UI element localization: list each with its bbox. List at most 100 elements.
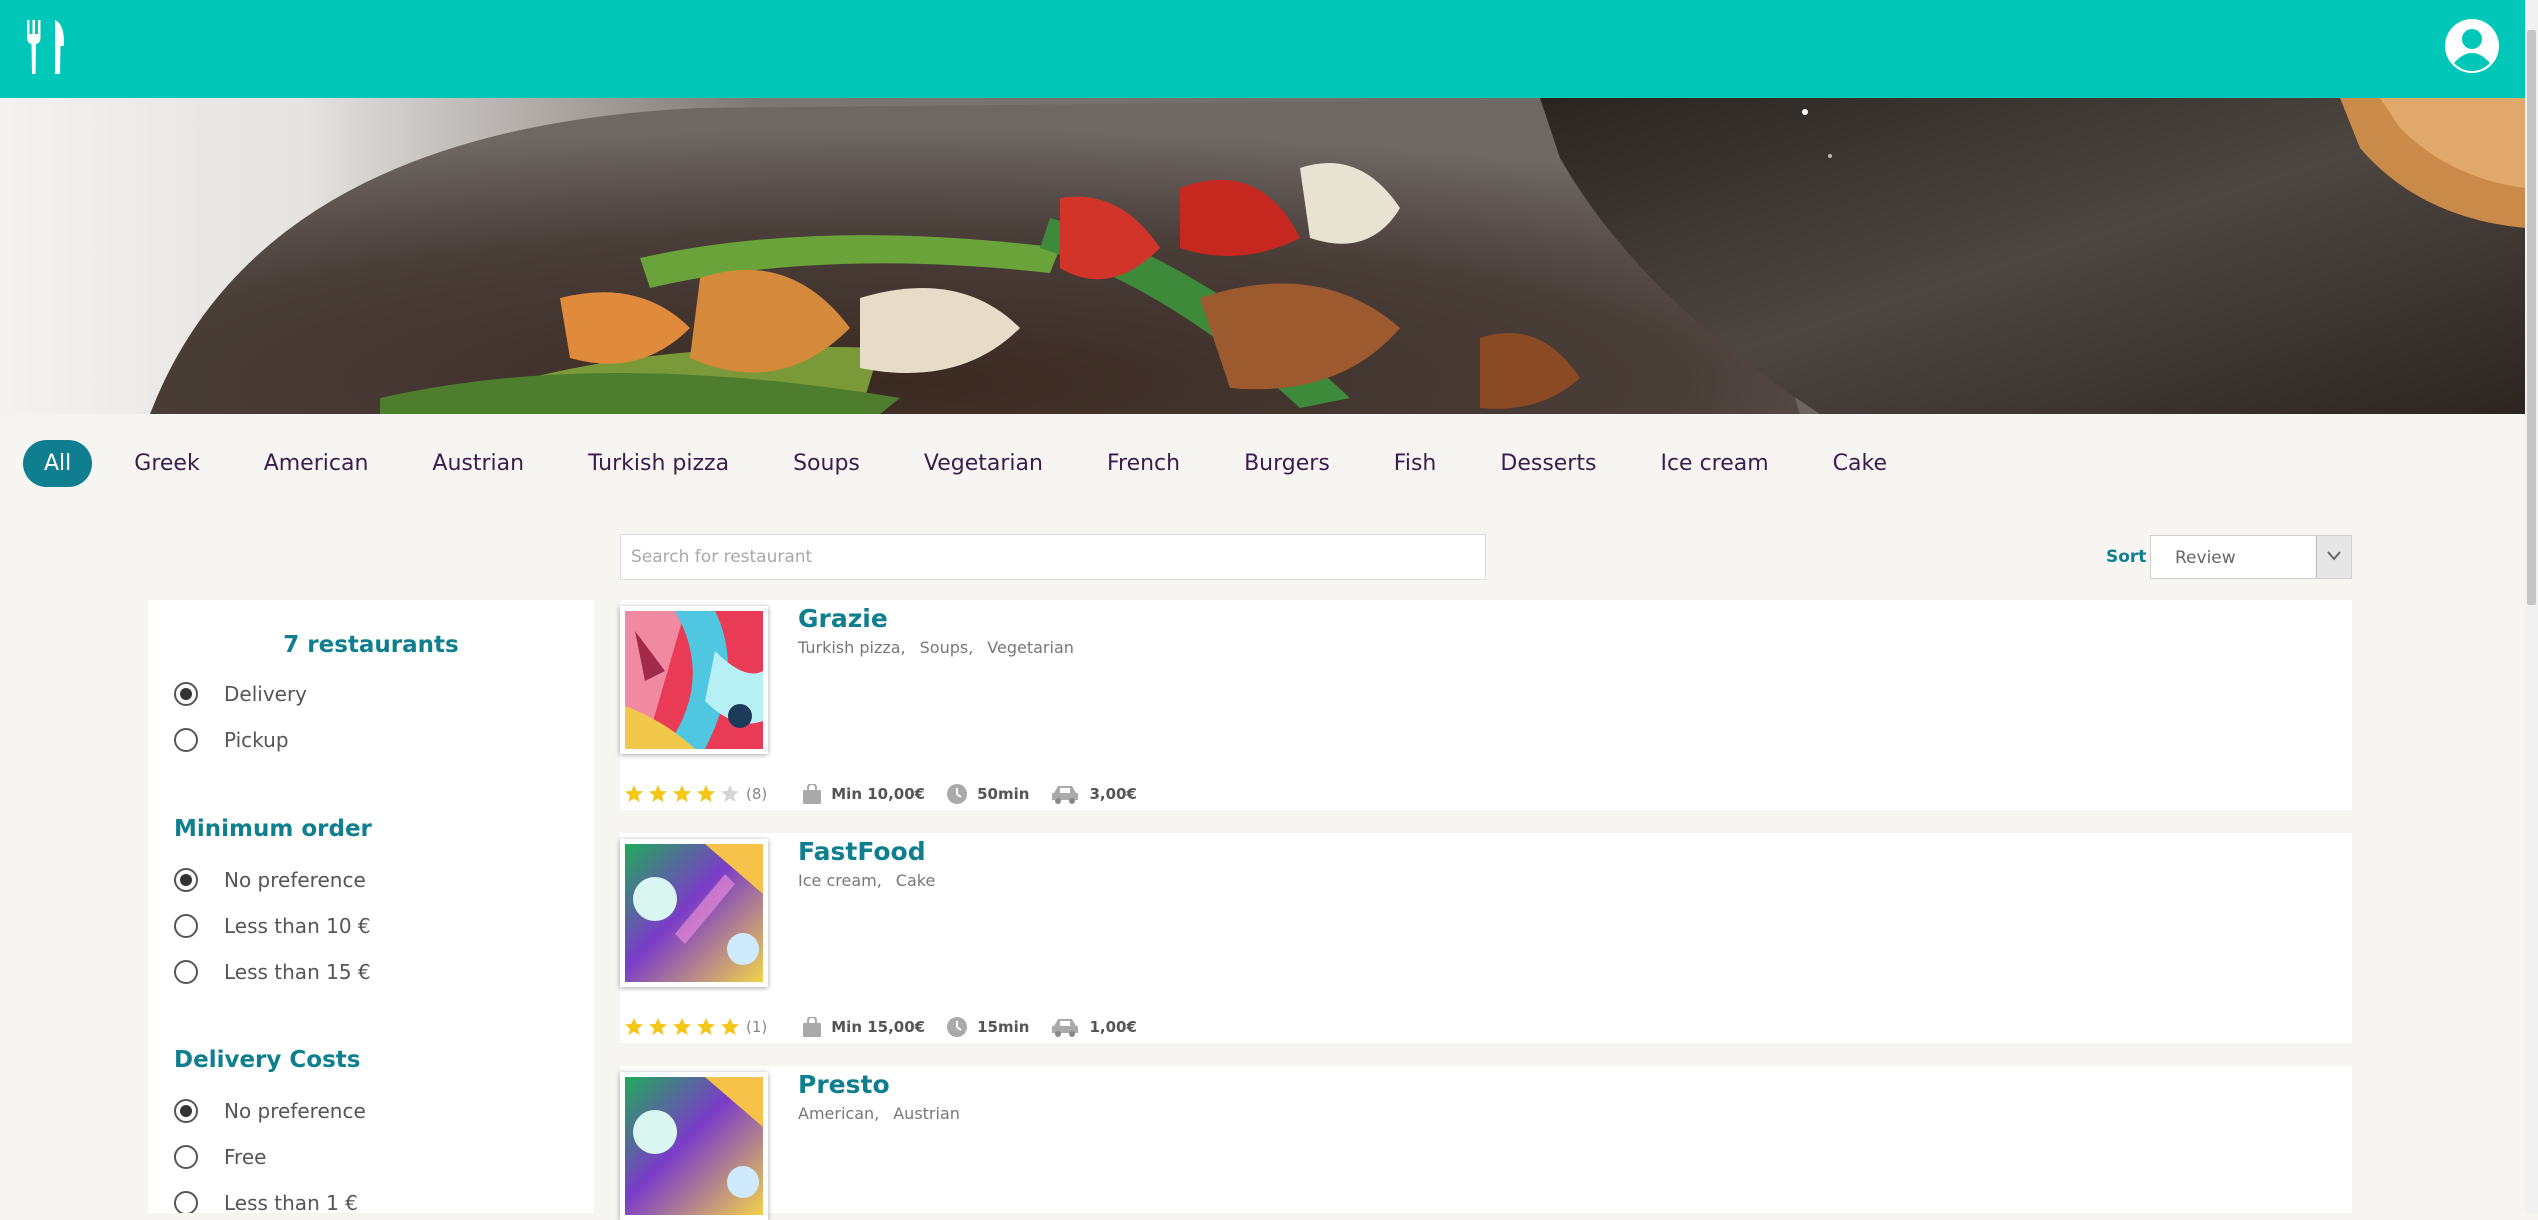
radio-button[interactable] <box>174 682 198 706</box>
car-icon <box>1052 1019 1079 1037</box>
category-chip-american[interactable]: American <box>232 440 401 487</box>
delivery-cost-value: 1,00€ <box>1089 1018 1137 1036</box>
min-order: Min 10,00€ <box>803 784 925 804</box>
radio-button[interactable] <box>174 960 198 984</box>
category-chip-austrian[interactable]: Austrian <box>400 440 556 487</box>
restaurant-card[interactable]: Presto American, Austrian <box>620 1066 2352 1220</box>
star-icon <box>721 1018 739 1035</box>
delivery-time: 15min <box>947 1017 1029 1037</box>
star-icon <box>673 1018 691 1035</box>
radio-button[interactable] <box>174 868 198 892</box>
category-chip-vegetarian[interactable]: Vegetarian <box>892 440 1075 487</box>
min-order-value: Min 10,00€ <box>831 785 926 803</box>
scrollbar-thumb[interactable] <box>2527 30 2536 605</box>
category-chip-cake[interactable]: Cake <box>1801 440 1919 487</box>
top-bar <box>0 0 2525 98</box>
restaurant-meta: (1) Min 15,00€ 15min 1,00€ <box>624 1017 1159 1037</box>
category-chip-desserts[interactable]: Desserts <box>1468 440 1628 487</box>
radio-label: Less than 1 € <box>224 1191 358 1213</box>
radio-button[interactable] <box>174 914 198 938</box>
category-chip-soups[interactable]: Soups <box>761 440 892 487</box>
radio-button[interactable] <box>174 1099 198 1123</box>
cuisine-tag: Soups, <box>919 638 974 657</box>
fork-knife-icon[interactable] <box>24 20 66 74</box>
restaurant-thumbnail[interactable] <box>620 839 768 987</box>
star-rating <box>624 784 744 804</box>
star-icon <box>673 785 691 802</box>
category-chip-burgers[interactable]: Burgers <box>1212 440 1362 487</box>
radio-label: Delivery <box>224 682 308 706</box>
star-icon <box>649 785 667 802</box>
category-chip-greek[interactable]: Greek <box>102 440 231 487</box>
star-icon <box>697 1018 715 1035</box>
category-chip-fish[interactable]: Fish <box>1362 440 1469 487</box>
shopping-bag-icon <box>803 1017 822 1037</box>
restaurant-card[interactable]: FastFood Ice cream, Cake (1) Min 15,00€ 1… <box>620 833 2352 1043</box>
radio-label: Pickup <box>224 728 289 752</box>
category-chip-turkish-pizza[interactable]: Turkish pizza <box>556 440 761 487</box>
restaurant-count: 7 restaurants <box>283 632 459 658</box>
radio-pickup[interactable]: Pickup <box>174 725 289 755</box>
clock-icon <box>947 784 968 804</box>
user-avatar-icon[interactable] <box>2444 18 2500 74</box>
delivery-cost: 3,00€ <box>1051 784 1137 804</box>
star-icon <box>625 1018 643 1035</box>
minimum-order-title: Minimum order <box>174 816 372 842</box>
radio-min-order-no-preference[interactable]: No preference <box>174 865 366 895</box>
radio-button[interactable] <box>174 728 198 752</box>
review-count: (1) <box>746 1018 768 1036</box>
radio-label: No preference <box>224 868 366 892</box>
radio-delivery[interactable]: Delivery <box>174 679 307 709</box>
star-icon <box>625 785 643 802</box>
delivery-cost-value: 3,00€ <box>1089 785 1137 803</box>
restaurant-thumbnail[interactable] <box>620 1072 768 1220</box>
radio-delivery-cost-less-1[interactable]: Less than 1 € <box>174 1188 358 1213</box>
car-icon <box>1052 786 1079 804</box>
radio-delivery-cost-free[interactable]: Free <box>174 1142 266 1172</box>
category-chip-ice-cream[interactable]: Ice cream <box>1628 440 1800 487</box>
filter-panel: 7 restaurants Delivery Pickup Minimum or… <box>148 600 594 1213</box>
review-count: (8) <box>746 785 768 803</box>
cuisine-tag: Turkish pizza, <box>798 638 906 657</box>
chevron-down-icon[interactable] <box>2316 536 2351 578</box>
cuisine-tag: American, <box>798 1104 880 1123</box>
restaurant-thumbnail[interactable] <box>620 606 768 754</box>
hero-banner-image <box>0 98 2525 414</box>
category-chip-all[interactable]: All <box>23 440 93 487</box>
category-filter-bar: All Greek American Austrian Turkish pizz… <box>23 440 1919 487</box>
delivery-time-value: 50min <box>977 785 1030 803</box>
delivery-time: 50min <box>947 784 1029 804</box>
sort-label: Sort <box>2106 547 2147 567</box>
radio-label: Less than 15 € <box>224 960 371 984</box>
restaurant-meta: (8) Min 10,00€ 50min 3,00€ <box>624 784 1159 804</box>
star-icon <box>649 1018 667 1035</box>
restaurant-name[interactable]: Grazie <box>798 604 888 633</box>
delivery-cost: 1,00€ <box>1051 1017 1137 1037</box>
radio-button[interactable] <box>174 1145 198 1169</box>
restaurant-name[interactable]: Presto <box>798 1070 890 1099</box>
category-chip-french[interactable]: French <box>1075 440 1212 487</box>
restaurant-cuisines: Turkish pizza, Soups, Vegetarian <box>798 638 1088 657</box>
sort-select[interactable]: Review <box>2150 535 2352 579</box>
restaurant-search-input[interactable] <box>620 534 1486 580</box>
radio-button[interactable] <box>174 1191 198 1213</box>
delivery-time-value: 15min <box>977 1018 1030 1036</box>
star-icon <box>697 785 715 802</box>
radio-label: No preference <box>224 1099 366 1123</box>
sort-selected-value: Review <box>2175 548 2236 568</box>
delivery-costs-title: Delivery Costs <box>174 1047 361 1073</box>
min-order-value: Min 15,00€ <box>831 1018 926 1036</box>
clock-icon <box>947 1017 968 1037</box>
star-icon <box>721 785 739 802</box>
cuisine-tag: Cake <box>895 871 936 890</box>
radio-delivery-cost-no-preference[interactable]: No preference <box>174 1096 366 1126</box>
restaurant-cuisines: American, Austrian <box>798 1104 974 1123</box>
radio-min-order-less-10[interactable]: Less than 10 € <box>174 911 371 941</box>
radio-label: Less than 10 € <box>224 914 371 938</box>
restaurant-cuisines: Ice cream, Cake <box>798 871 949 890</box>
restaurant-card[interactable]: Grazie Turkish pizza, Soups, Vegetarian (8… <box>620 600 2352 810</box>
min-order: Min 15,00€ <box>803 1017 925 1037</box>
shopping-bag-icon <box>803 784 822 804</box>
restaurant-name[interactable]: FastFood <box>798 837 926 866</box>
radio-min-order-less-15[interactable]: Less than 15 € <box>174 957 371 987</box>
